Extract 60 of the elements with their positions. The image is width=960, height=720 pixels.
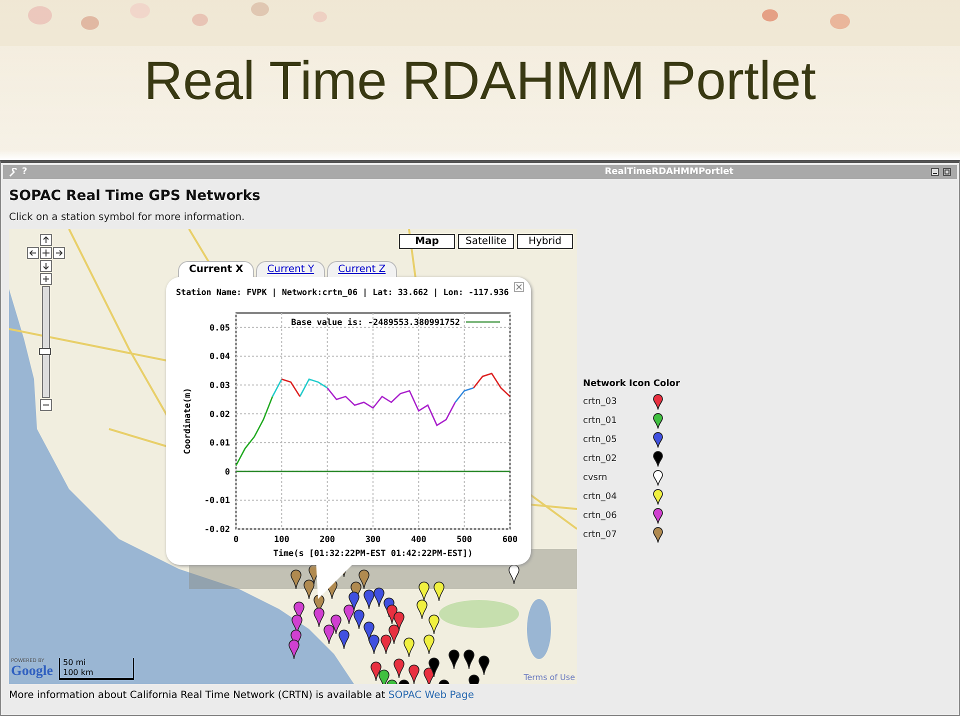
legend-line <box>466 321 500 323</box>
terms-link[interactable]: Terms of Use <box>524 673 575 682</box>
legend-label: crtn_06 <box>583 511 617 521</box>
y-tick-label: 0.01 <box>210 438 230 449</box>
zoom-out-button[interactable] <box>40 399 52 411</box>
x-tick-label: 600 <box>502 535 518 545</box>
y-tick-label: 0.02 <box>210 410 230 420</box>
x-tick-label: 100 <box>274 535 290 545</box>
info-tab[interactable]: Current Z <box>327 261 397 277</box>
y-tick-label: 0.05 <box>210 323 230 334</box>
zoom-in-button[interactable] <box>40 273 52 285</box>
y-axis-title: Coordinate(m) <box>183 388 193 454</box>
legend-label: crtn_03 <box>583 397 617 407</box>
x-tick-label: 300 <box>365 535 381 545</box>
info-tab[interactable]: Current X <box>178 261 254 277</box>
pan-left-button[interactable] <box>27 247 39 259</box>
y-tick-label: 0 <box>224 467 230 478</box>
map-type-button[interactable]: Satellite <box>458 234 514 249</box>
scale-label: 50 mi <box>63 658 87 668</box>
legend-label: crtn_07 <box>583 530 617 540</box>
portlet-heading: SOPAC Real Time GPS Networks <box>9 188 262 204</box>
legend-label: crtn_05 <box>583 435 617 445</box>
x-tick-label: 200 <box>320 535 336 545</box>
legend-label: crtn_04 <box>583 492 617 502</box>
y-tick-label: -0.02 <box>204 525 230 535</box>
x-tick-label: 0 <box>233 535 239 545</box>
pan-up-button[interactable] <box>40 234 52 246</box>
minimize-icon[interactable] <box>931 168 939 176</box>
map-type-button[interactable]: Map <box>399 234 455 249</box>
pan-down-button[interactable] <box>40 260 52 272</box>
zoom-slider-thumb[interactable] <box>39 348 51 355</box>
station-info-text: Station Name: FVPK | Network:crtn_06 | Lat: 33.662 | Lon: -117.936 <box>176 287 509 297</box>
map-type-button[interactable]: Hybrid <box>517 234 573 249</box>
maximize-icon[interactable] <box>943 168 951 176</box>
arrow-up-icon <box>42 236 50 244</box>
y-tick-label: 0.04 <box>210 352 230 362</box>
close-icon[interactable] <box>514 282 524 292</box>
legend-title: Network Icon Color <box>583 379 680 389</box>
legend-label: Base value is: -2489553.380991752 <box>291 318 460 328</box>
center-button[interactable] <box>40 247 52 259</box>
x-tick-label: 400 <box>410 535 426 545</box>
arrow-right-icon <box>55 249 63 257</box>
x-tick-label: 500 <box>456 535 472 545</box>
instruction-text: Click on a station symbol for more information. <box>9 212 246 223</box>
legend-label: crtn_02 <box>583 454 617 464</box>
portlet-title: RealTimeRDAHMMPortlet <box>604 167 734 177</box>
y-tick-label: -0.01 <box>204 496 230 506</box>
footer-text: More information about California Real Time Network (CRTN) is available at SOPAC Web Page <box>9 690 475 701</box>
y-tick-label: 0.03 <box>210 381 230 391</box>
scale-label: 100 km <box>63 668 94 678</box>
legend-label: crtn_01 <box>583 416 617 426</box>
legend-label: cvsrn <box>583 473 608 483</box>
slide-title: Real Time RDAHMM Portlet <box>142 50 818 112</box>
arrow-left-icon <box>29 249 37 257</box>
sopac-link[interactable]: SOPAC Web Page <box>388 690 474 701</box>
pan-right-button[interactable] <box>53 247 65 259</box>
info-tab[interactable]: Current Y <box>256 261 326 277</box>
arrow-down-icon <box>42 262 50 270</box>
plus-icon <box>42 275 50 283</box>
x-axis-title: Time(s [01:32:22PM-EST 01:42:22PM-EST]) <box>273 549 473 559</box>
